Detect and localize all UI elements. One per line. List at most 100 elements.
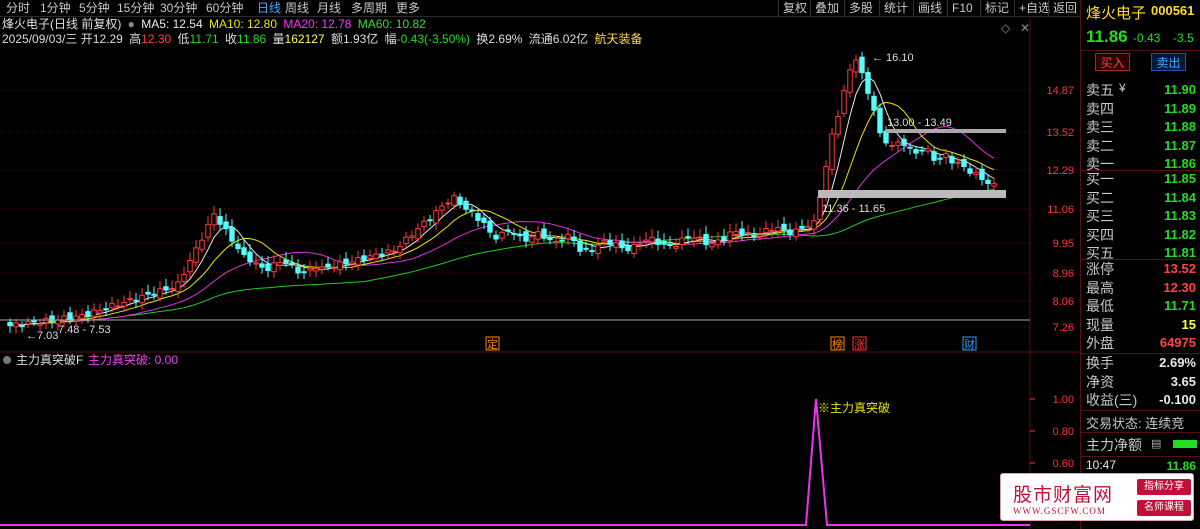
candle-body (469, 209, 475, 212)
candle-body (463, 200, 469, 210)
candle-body (601, 240, 607, 243)
period-tab-5[interactable]: 60分钟 (206, 0, 243, 17)
period-tab-6[interactable]: 日线 (257, 0, 281, 17)
candle-body (781, 223, 787, 230)
period-tab-1[interactable]: 1分钟 (40, 0, 71, 17)
candle-body (481, 217, 487, 223)
divider (1081, 432, 1200, 433)
candle-body (73, 315, 79, 322)
bid-value-0: 11.85 (1164, 171, 1196, 186)
candle-body (31, 320, 37, 323)
candle-body (673, 245, 679, 249)
sell-button[interactable]: 卖出 (1151, 53, 1186, 71)
candle-body (565, 233, 571, 240)
candle-body (175, 281, 181, 292)
stat-label-0: 涨停 (1086, 261, 1114, 277)
candle-body (889, 144, 895, 147)
stat2-label-2: 收益(三) (1086, 392, 1138, 409)
indicator-line (0, 398, 1030, 526)
candle-body (853, 59, 859, 73)
candle-body (649, 236, 655, 243)
period-tab-2[interactable]: 5分钟 (79, 0, 110, 17)
toolbar-button-3[interactable]: 统计 (879, 0, 912, 17)
turn-label: 换 (476, 32, 489, 46)
toolbar-button-4[interactable]: 画线 (913, 0, 946, 17)
candle-body (775, 226, 781, 232)
ma10-label: MA10: 12.80 (208, 17, 278, 31)
candle-body (733, 230, 739, 236)
chart-options-icon[interactable]: ◇ (1001, 20, 1010, 37)
price-change-pct: -3.5 (1173, 31, 1194, 45)
ask-value-3: 11.87 (1164, 137, 1196, 153)
candle-body (637, 243, 643, 246)
close-chart-icon[interactable]: ✕ (1020, 20, 1030, 37)
candle-body (367, 255, 373, 260)
ask-value-2: 11.88 (1164, 119, 1196, 134)
settings-icon[interactable]: ● (128, 17, 135, 32)
chg-value: -0.43(-3.50%) (396, 32, 471, 46)
toolbar-button-6[interactable]: 标记 (980, 0, 1013, 17)
high-value: 12.30 (141, 32, 172, 46)
divider (1081, 410, 1200, 411)
candle-body (955, 161, 961, 164)
net-flow-icon[interactable]: ▤ (1151, 437, 1161, 450)
divider (1081, 456, 1200, 457)
candle-body (7, 321, 13, 327)
ask-extra: ¥ (1119, 81, 1126, 95)
period-tab-0[interactable]: 分时 (6, 0, 30, 17)
toolbar-button-2[interactable]: 多股 (844, 0, 877, 17)
candle-body (343, 258, 349, 265)
candle-body (37, 323, 43, 326)
candle-body (91, 309, 97, 317)
price-tick-3: 11.06 (1047, 204, 1074, 216)
stat-value-0: 13.52 (1163, 261, 1196, 276)
candle-body (145, 291, 151, 295)
amt-value: 1.93亿 (342, 32, 379, 46)
watermark-url: WWW.GSCFW.COM (1013, 506, 1106, 516)
candle-body (655, 238, 661, 245)
period-tab-9[interactable]: 多周期 (351, 0, 387, 17)
stock-title: 烽火电子(日线 前复权) (2, 17, 122, 31)
price-tick-5: 8.96 (1053, 268, 1074, 280)
candle-body (355, 256, 361, 266)
stat-value-3: 15 (1181, 316, 1196, 332)
stock-code: 000561 (1151, 3, 1195, 18)
candle-body (727, 231, 733, 242)
toolbar-button-8[interactable]: 返回 (1048, 0, 1081, 17)
stat-label-1: 最高 (1086, 279, 1114, 296)
info-line-2: 2025/09/03/三 开12.29 高12.30 低11.71 收11.86… (2, 32, 643, 47)
candle-body (289, 262, 295, 265)
candle-body (271, 262, 277, 273)
ask-value-0: 11.90 (1164, 82, 1196, 97)
candle-body (925, 148, 931, 152)
toolbar-button-5[interactable]: F10 (947, 0, 977, 17)
candle-body (259, 263, 265, 268)
bid-label-1: 买二 (1086, 189, 1114, 206)
ask-label-0: 卖五 (1086, 82, 1114, 98)
candle-body (577, 240, 583, 252)
candle-body (307, 267, 313, 271)
ask-label-1: 卖四 (1086, 100, 1114, 117)
candle-body (685, 236, 691, 239)
buy-button[interactable]: 买入 (1095, 53, 1130, 71)
period-tab-8[interactable]: 月线 (317, 0, 341, 17)
candle-body (631, 243, 637, 255)
toolbar-button-1[interactable]: 叠加 (810, 0, 843, 17)
period-tab-4[interactable]: 30分钟 (160, 0, 197, 17)
candle-body (493, 234, 499, 240)
candle-body (931, 151, 937, 161)
candle-body (715, 239, 721, 246)
period-tab-10[interactable]: 更多 (396, 0, 420, 17)
price-tick-1: 13.52 (1046, 127, 1074, 139)
toolbar-button-0[interactable]: 复权 (778, 0, 811, 17)
candle-body (193, 247, 199, 264)
candle-body (691, 237, 697, 242)
candle-body (445, 202, 451, 205)
close-value: 11.86 (237, 32, 267, 46)
chart-canvas[interactable]: 14.87 13.52 12.29 11.06 9.95 8.96 8.06 7.26 ← 16… (0, 0, 1080, 529)
stat-label-4: 外盘 (1086, 335, 1114, 352)
period-tab-7[interactable]: 周线 (285, 0, 309, 17)
net-flow-bar (1173, 440, 1197, 448)
period-tab-3[interactable]: 15分钟 (117, 0, 154, 17)
candle-body (589, 250, 595, 253)
